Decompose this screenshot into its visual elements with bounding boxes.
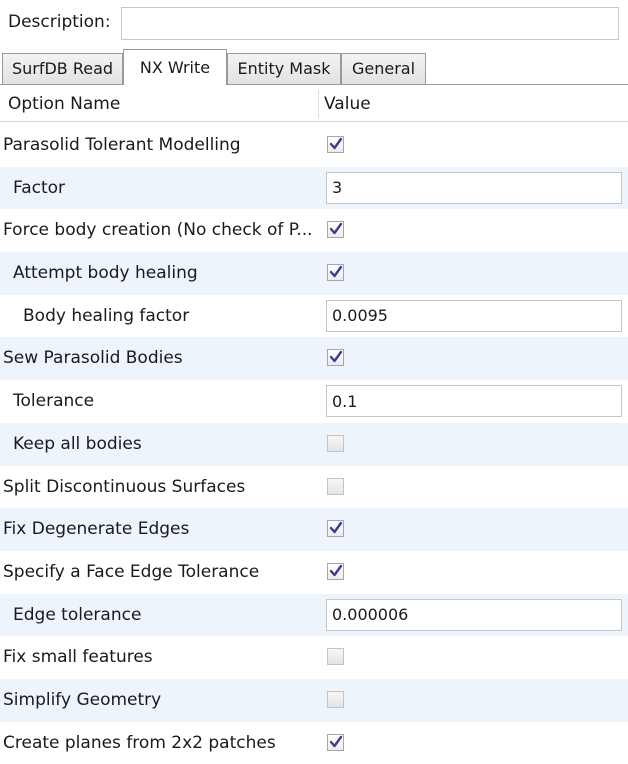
check-mark-icon — [329, 137, 343, 150]
checkbox-checked[interactable] — [327, 264, 344, 282]
option-value-input[interactable] — [326, 299, 622, 332]
option-name: Edge tolerance — [13, 604, 142, 625]
option-row[interactable]: Simplify Geometry — [0, 678, 628, 722]
option-value-cell — [326, 252, 622, 294]
checkbox-checked[interactable] — [327, 221, 344, 239]
option-value-cell — [326, 295, 622, 337]
option-value-cell — [326, 124, 622, 166]
option-value-cell — [326, 466, 622, 508]
option-row[interactable]: Body healing factor — [0, 295, 628, 338]
description-row: Description: — [0, 0, 628, 48]
option-name: Keep all bodies — [13, 433, 142, 454]
grid-header: Option Name Value — [0, 86, 628, 122]
check-mark-icon — [329, 735, 343, 747]
option-name: Simplify Geometry — [3, 689, 162, 710]
option-row[interactable]: Specify a Face Edge Tolerance — [0, 551, 628, 594]
option-row[interactable]: Edge tolerance — [0, 593, 628, 637]
option-name: Attempt body healing — [13, 263, 198, 284]
option-name: Force body creation (No check of P... — [3, 220, 313, 241]
option-name: Factor — [13, 177, 66, 198]
column-divider[interactable] — [318, 90, 319, 118]
tab-nx-write[interactable]: NX Write — [123, 49, 227, 85]
option-value-cell — [326, 594, 622, 636]
checkbox-unchecked[interactable] — [327, 477, 344, 495]
checkbox-checked[interactable] — [327, 136, 344, 153]
column-header-option-name[interactable]: Option Name — [8, 94, 120, 114]
option-row[interactable]: Sew Parasolid Bodies — [0, 337, 628, 381]
checkbox-unchecked[interactable] — [327, 434, 344, 452]
option-row[interactable]: Fix small features — [0, 636, 628, 679]
option-name: Specify a Face Edge Tolerance — [3, 561, 260, 582]
option-value-cell — [326, 679, 622, 721]
checkbox-unchecked[interactable] — [327, 648, 344, 666]
option-value-cell — [326, 636, 622, 678]
option-row[interactable]: Keep all bodies — [0, 422, 628, 466]
check-mark-icon — [329, 265, 343, 278]
checkbox-unchecked[interactable] — [327, 690, 344, 708]
description-label: Description: — [8, 12, 111, 32]
option-value-cell — [326, 423, 622, 465]
option-value-cell — [326, 209, 622, 251]
check-mark-icon — [329, 564, 343, 577]
option-value-cell — [326, 508, 622, 550]
check-mark-icon — [329, 223, 343, 235]
check-mark-icon — [329, 521, 343, 534]
option-value-cell — [326, 380, 622, 422]
option-row[interactable]: Tolerance — [0, 380, 628, 423]
checkbox-checked[interactable] — [327, 349, 344, 367]
option-row[interactable]: Factor — [0, 166, 628, 210]
option-value-input[interactable] — [326, 598, 622, 631]
tab-surfdb-read[interactable]: SurfDB Read — [2, 53, 123, 84]
option-name: Fix Degenerate Edges — [3, 519, 190, 540]
tab-entity-mask[interactable]: Entity Mask — [227, 53, 341, 84]
option-row[interactable]: Create planes from 2x2 patches — [0, 722, 628, 764]
option-name: Body healing factor — [23, 305, 190, 326]
option-row[interactable]: Force body creation (No check of P... — [0, 209, 628, 252]
tab-general[interactable]: General — [341, 53, 426, 84]
option-value-cell — [326, 722, 622, 764]
options-grid: Parasolid Tolerant Modelling Factor Force … — [0, 124, 628, 764]
option-row[interactable]: Split Discontinuous Surfaces — [0, 466, 628, 509]
option-value-input[interactable] — [326, 385, 622, 418]
option-value-input[interactable] — [326, 171, 622, 204]
column-header-value[interactable]: Value — [324, 94, 371, 114]
checkbox-checked[interactable] — [327, 520, 344, 538]
option-name: Create planes from 2x2 patches — [3, 732, 276, 753]
option-row[interactable]: Parasolid Tolerant Modelling — [0, 124, 628, 167]
check-mark-icon — [329, 351, 343, 363]
option-value-cell — [326, 551, 622, 593]
option-value-cell — [326, 337, 622, 379]
option-name: Fix small features — [3, 647, 153, 668]
checkbox-checked[interactable] — [327, 733, 344, 751]
checkbox-checked[interactable] — [327, 562, 344, 580]
option-name: Parasolid Tolerant Modelling — [3, 135, 241, 155]
option-row[interactable]: Attempt body healing — [0, 252, 628, 295]
option-value-cell — [326, 167, 622, 209]
option-name: Tolerance — [13, 391, 95, 412]
option-row[interactable]: Fix Degenerate Edges — [0, 508, 628, 551]
description-input[interactable] — [121, 7, 619, 40]
tab-bar: SurfDB Read NX Write Entity Mask General — [0, 49, 628, 85]
option-name: Sew Parasolid Bodies — [3, 348, 183, 369]
option-name: Split Discontinuous Surfaces — [3, 476, 246, 497]
